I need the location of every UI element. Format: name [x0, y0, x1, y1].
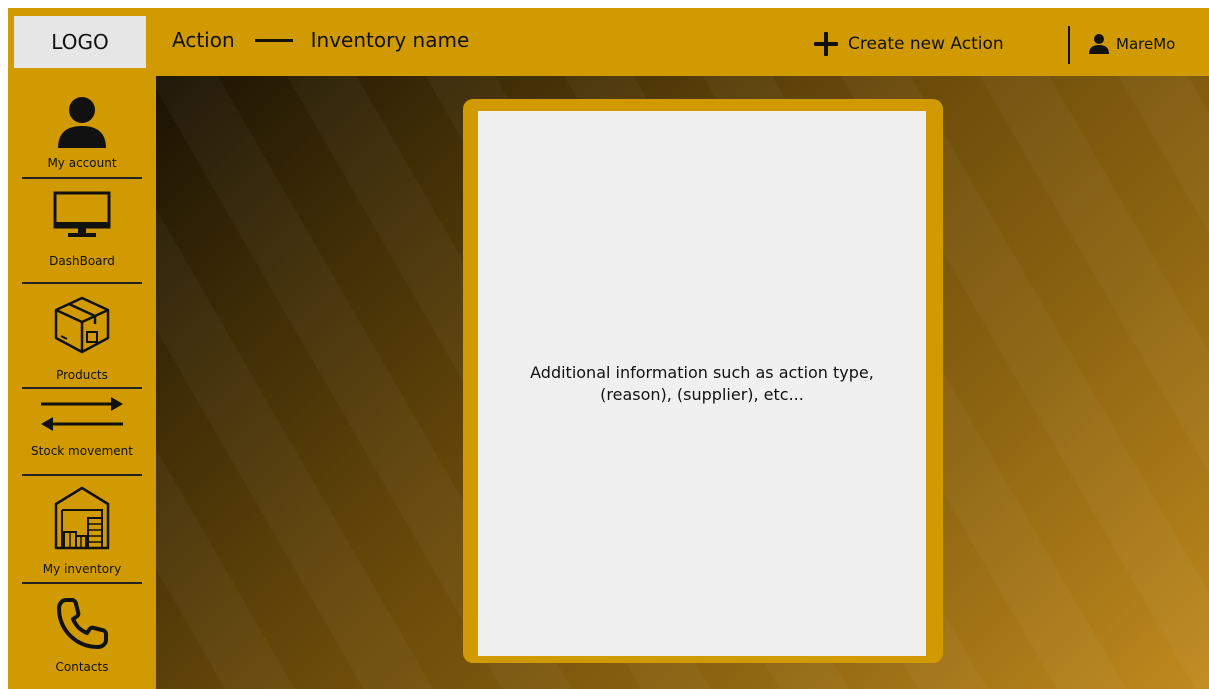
monitor-icon [53, 191, 111, 237]
user-icon [1089, 34, 1109, 54]
sidebar-divider [22, 474, 142, 476]
username: MareMo [1116, 35, 1176, 53]
phone-icon [57, 598, 108, 649]
sidebar: My account DashBoard Products Stock move… [8, 76, 156, 689]
create-new-action-button[interactable]: Create new Action [814, 32, 1004, 56]
page-title: Action Inventory name [172, 28, 469, 52]
create-new-action-label: Create new Action [848, 34, 1004, 54]
title-inventory-name: Inventory name [310, 28, 470, 52]
sidebar-item-contacts[interactable]: Contacts [8, 596, 156, 674]
sidebar-divider [22, 582, 142, 584]
arrows-icon [41, 397, 123, 431]
sidebar-item-my-account[interactable]: My account [8, 96, 156, 170]
action-details-panel: Additional information such as action ty… [478, 111, 926, 656]
user-menu[interactable]: MareMo [1088, 34, 1175, 54]
sidebar-item-label: My inventory [42, 562, 122, 576]
app-frame: LOGO Action Inventory name Create new Ac… [8, 8, 1209, 689]
top-bar: LOGO Action Inventory name Create new Ac… [8, 8, 1209, 76]
header-divider [1068, 26, 1070, 64]
sidebar-item-label: Stock movement [31, 444, 133, 458]
sidebar-item-label: My account [47, 156, 117, 170]
title-dash [254, 38, 293, 42]
title-action: Action [172, 28, 235, 52]
action-details-text: Additional information such as action ty… [482, 362, 922, 406]
sidebar-divider [22, 387, 142, 389]
sidebar-item-dashboard[interactable]: DashBoard [8, 190, 156, 268]
sidebar-divider [22, 177, 142, 179]
sidebar-item-my-inventory[interactable]: My inventory [8, 484, 156, 576]
user-icon [58, 97, 106, 148]
sidebar-item-label: Contacts [55, 660, 109, 674]
action-details-line-2: (reason), (supplier), etc... [600, 384, 804, 404]
warehouse-icon [54, 486, 110, 550]
sidebar-item-label: DashBoard [49, 254, 115, 268]
action-details-card: Additional information such as action ty… [463, 99, 943, 663]
sidebar-divider [22, 282, 142, 284]
main-area: Additional information such as action ty… [156, 76, 1209, 689]
plus-icon [814, 32, 838, 56]
logo[interactable]: LOGO [14, 16, 146, 68]
box-icon [54, 296, 110, 354]
action-details-line-1: Additional information such as action ty… [530, 362, 874, 382]
sidebar-item-products[interactable]: Products [8, 294, 156, 382]
sidebar-item-label: Products [56, 368, 108, 382]
sidebar-item-stock-movement[interactable]: Stock movement [8, 394, 156, 458]
